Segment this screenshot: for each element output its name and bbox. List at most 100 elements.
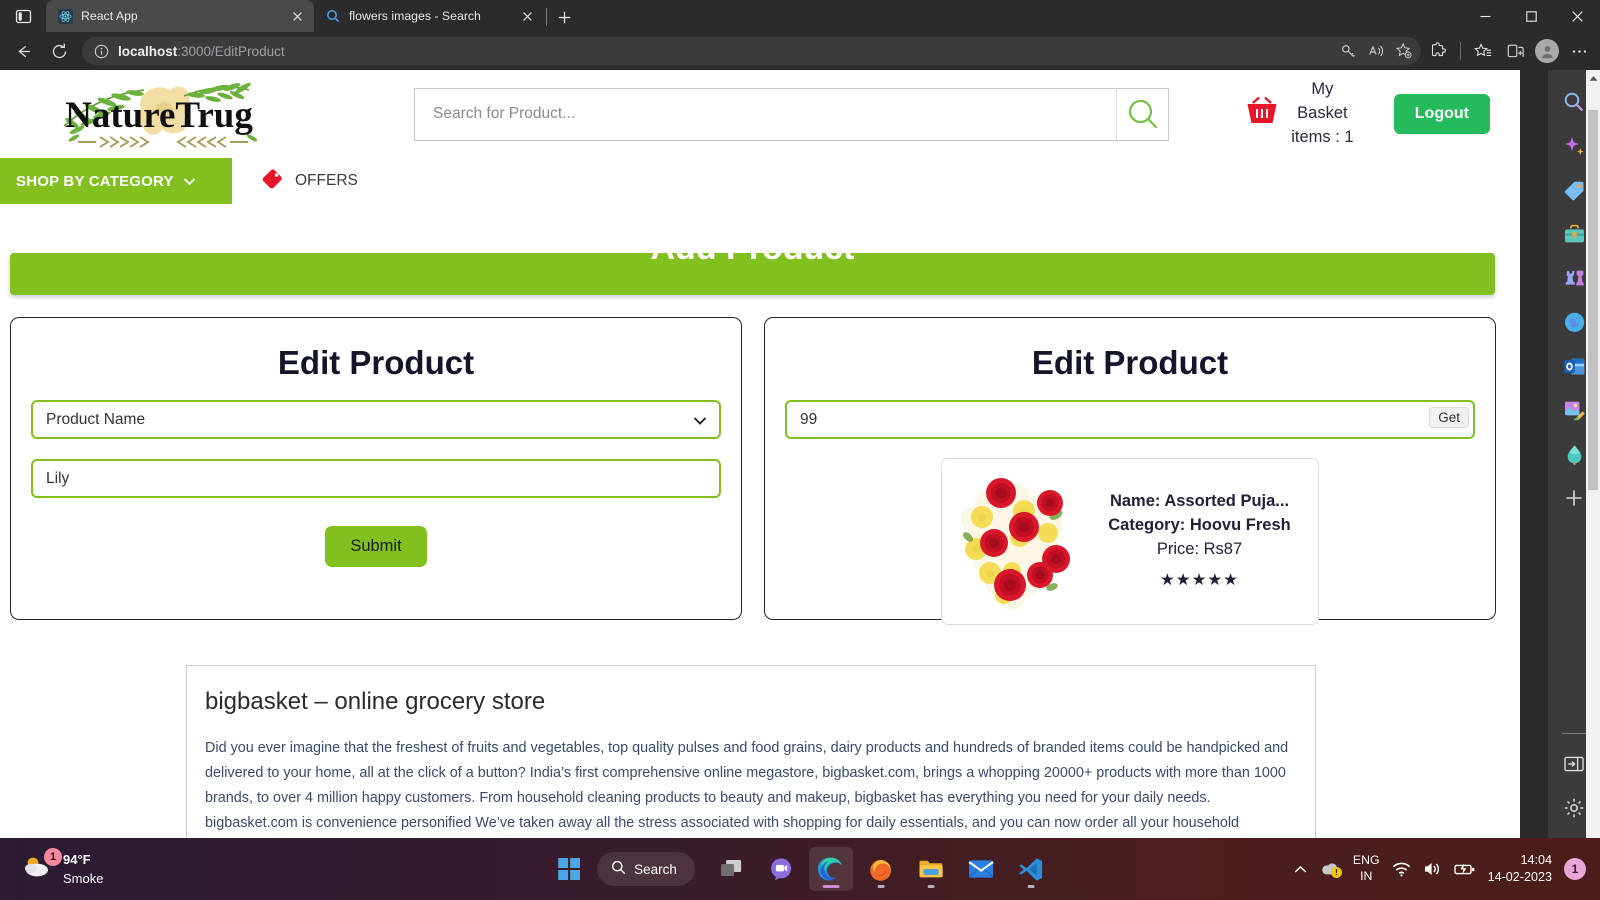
firefox-icon[interactable] <box>859 847 903 891</box>
product-price-label: Price: Rs87 <box>1156 539 1243 558</box>
product-result-card[interactable]: Name: Assorted Puja... Category: Hoovu F… <box>941 458 1319 625</box>
basket-widget[interactable]: My Basket items : 1 <box>1245 78 1354 150</box>
chevron-up-icon[interactable] <box>1294 865 1307 874</box>
task-view-icon[interactable] <box>709 847 753 891</box>
tab-actions-icon[interactable] <box>0 0 46 32</box>
tab-react-app[interactable]: React App <box>46 0 314 32</box>
chevron-down-icon <box>183 173 196 190</box>
sidebar-divider <box>1562 733 1586 734</box>
vscode-icon[interactable] <box>1009 847 1053 891</box>
scroll-up-arrow-icon[interactable] <box>1586 70 1600 86</box>
add-favorite-icon[interactable] <box>1391 38 1417 64</box>
offers-link[interactable]: OFFERS <box>260 158 358 204</box>
close-window-button[interactable] <box>1554 0 1600 32</box>
basket-icon <box>1245 96 1279 131</box>
edit-product-form-card: Edit Product Product Name Lily Submit <box>10 317 742 620</box>
shop-by-category-button[interactable]: SHOP BY CATEGORY <box>0 158 232 204</box>
minimize-button[interactable] <box>1462 0 1508 32</box>
omnibox-actions <box>1335 38 1417 64</box>
read-aloud-icon[interactable] <box>1363 38 1389 64</box>
get-button[interactable]: Get <box>1429 407 1469 428</box>
scrollbar-thumb[interactable] <box>1588 110 1598 490</box>
logout-button[interactable]: Logout <box>1393 94 1490 134</box>
product-id-value: 99 <box>800 410 818 428</box>
reload-button[interactable] <box>42 34 76 68</box>
avatar <box>1535 39 1559 63</box>
site-logo[interactable]: NatureTrug <box>44 74 274 154</box>
edge-icon[interactable] <box>808 847 853 891</box>
key-icon[interactable] <box>1335 38 1361 64</box>
language-indicator[interactable]: ENG IN <box>1353 853 1380 885</box>
chat-icon[interactable] <box>759 847 803 891</box>
tab-divider <box>546 8 547 26</box>
tab-strip: React App flowers images - Search <box>0 0 1600 32</box>
product-search <box>414 87 1169 141</box>
favorites-icon[interactable] <box>1468 36 1498 66</box>
clock[interactable]: 14:04 14-02-2023 <box>1488 852 1552 886</box>
url-text: localhost:3000/EditProduct <box>118 44 1329 59</box>
notification-badge[interactable]: 1 <box>1564 858 1586 880</box>
edit-product-lookup-card: Edit Product 99 Get Name: Assorted Puja.… <box>764 317 1496 625</box>
battery-icon[interactable] <box>1453 862 1476 876</box>
react-icon <box>57 8 73 24</box>
bigbasket-info-block: bigbasket – online grocery store Did you… <box>186 665 1316 838</box>
search-icon <box>325 8 341 24</box>
running-indicator <box>1027 885 1035 888</box>
product-rating-stars: ★★★★★ <box>1160 571 1239 590</box>
back-button[interactable] <box>6 34 40 68</box>
url-host: localhost <box>118 43 178 59</box>
shop-by-category-label: SHOP BY CATEGORY <box>16 172 174 190</box>
file-explorer-icon[interactable] <box>909 847 953 891</box>
product-name-input[interactable]: Lily <box>31 459 721 498</box>
tab-title: flowers images - Search <box>349 9 481 23</box>
add-product-banner-title: Add Product <box>650 229 855 267</box>
product-id-input[interactable]: 99 <box>785 400 1475 439</box>
url-path: :3000/EditProduct <box>177 43 285 59</box>
url-bar[interactable]: localhost:3000/EditProduct <box>82 37 1421 65</box>
tab-flowers-search[interactable]: flowers images - Search <box>314 0 544 32</box>
header-row: NatureTrug Search for Product... My Bask… <box>0 70 1506 158</box>
profile-avatar[interactable] <box>1532 36 1562 66</box>
product-field-select-value: Product Name <box>46 410 146 428</box>
site-header: NatureTrug Search for Product... My Bask… <box>0 70 1506 208</box>
extensions-icon[interactable] <box>1423 36 1453 66</box>
card-title-left: Edit Product <box>277 344 475 381</box>
close-icon[interactable] <box>288 7 306 25</box>
product-image <box>952 466 1077 617</box>
weather-widget[interactable]: 1 94°F Smoke <box>22 847 103 889</box>
magnifier-icon <box>1128 99 1157 129</box>
search-icon <box>611 860 626 878</box>
taskbar-search-label: Search <box>634 861 677 877</box>
onedrive-warning-icon[interactable]: ! <box>1319 861 1342 878</box>
site-info-icon[interactable] <box>90 40 112 62</box>
volume-icon[interactable] <box>1423 861 1442 877</box>
taskbar-apps: Search <box>547 847 1053 891</box>
bigbasket-title: bigbasket – online grocery store <box>205 688 546 715</box>
site-navbar: SHOP BY CATEGORY OFFERS <box>0 158 1506 204</box>
maximize-button[interactable] <box>1508 0 1554 32</box>
add-product-banner: Add Product <box>10 229 1495 295</box>
wifi-icon[interactable] <box>1392 862 1411 877</box>
card-title-right: Edit Product <box>1031 344 1229 381</box>
new-tab-button[interactable] <box>549 2 579 32</box>
product-field-select[interactable]: Product Name <box>31 400 721 439</box>
screen: React App flowers images - Search localh… <box>0 0 1600 900</box>
offers-label: OFFERS <box>295 172 358 189</box>
submit-button[interactable]: Submit <box>325 526 427 567</box>
running-indicator <box>877 885 885 888</box>
collections-icon[interactable] <box>1500 36 1530 66</box>
logo-text: NatureTrug <box>65 95 253 136</box>
mail-icon[interactable] <box>959 847 1003 891</box>
more-options-icon[interactable] <box>1564 36 1594 66</box>
browser-window: React App flowers images - Search localh… <box>0 0 1600 838</box>
start-icon[interactable] <box>547 847 591 891</box>
page-scrollbar[interactable] <box>1586 70 1600 838</box>
search-input[interactable] <box>414 87 1116 141</box>
taskbar-search[interactable]: Search <box>597 852 695 886</box>
search-button[interactable] <box>1116 87 1169 141</box>
clock-date: 14-02-2023 <box>1487 870 1552 884</box>
product-id-row: 99 Get <box>785 400 1475 439</box>
system-tray: ! ENG IN 14:04 14-02-2023 1 <box>1294 852 1586 886</box>
close-icon[interactable] <box>518 7 536 25</box>
product-details: Name: Assorted Puja... Category: Hoovu F… <box>1091 490 1308 594</box>
